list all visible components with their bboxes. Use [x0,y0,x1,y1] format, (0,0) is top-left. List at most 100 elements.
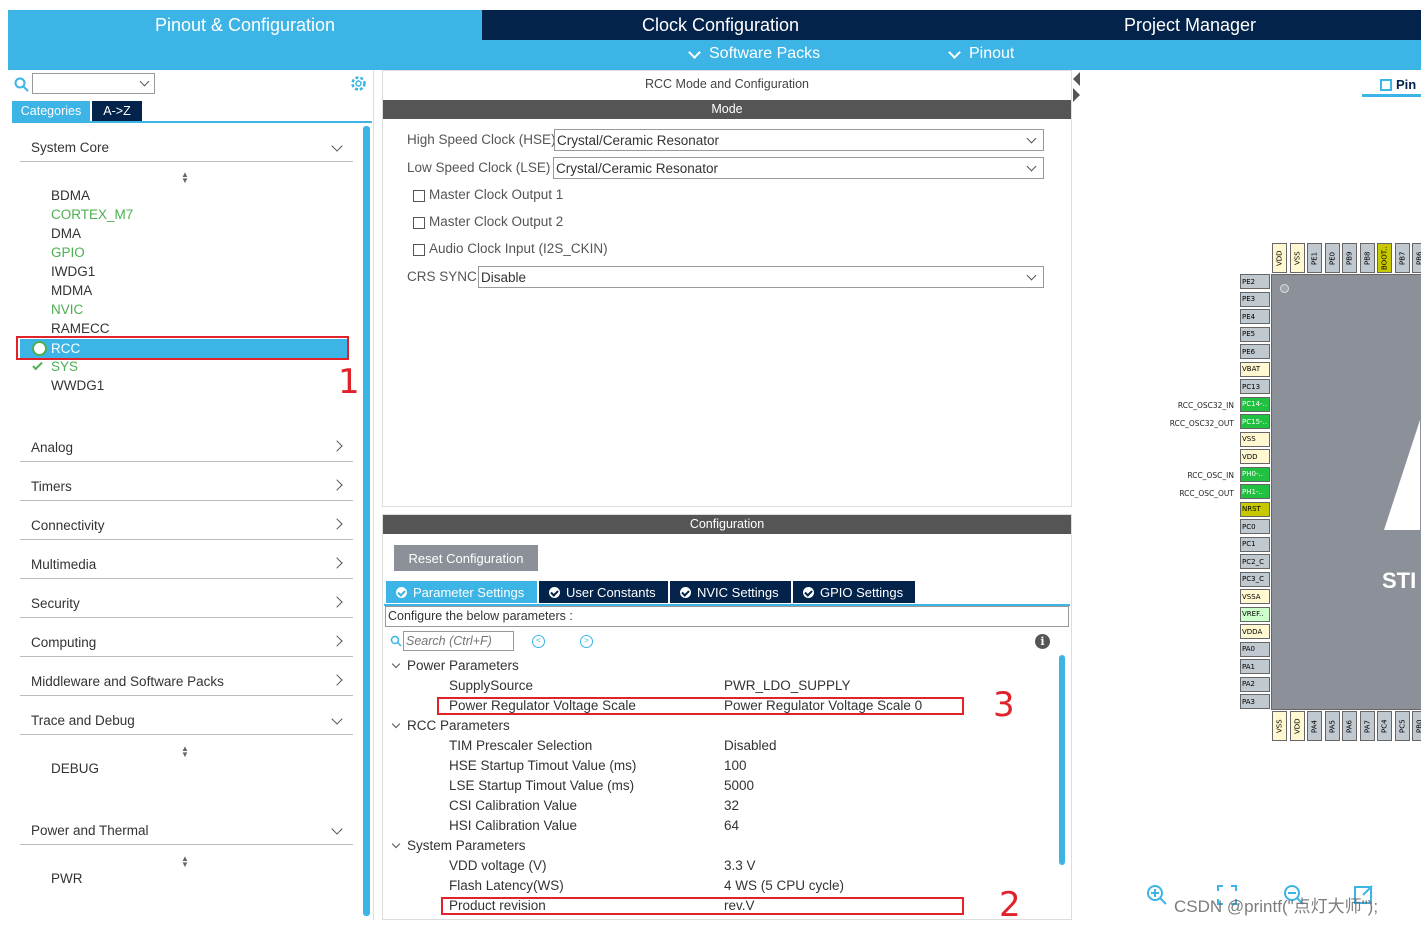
search-dropdown[interactable] [32,73,155,94]
pin-pa3[interactable]: PA3 [1240,694,1270,709]
pin-vss[interactable]: VSS [1289,243,1305,273]
mco1-checkbox[interactable] [413,190,425,202]
pin-vref[interactable]: VREF.. [1240,606,1270,622]
pin-pe4[interactable]: PE4 [1240,309,1270,324]
pin-pc13[interactable]: PC13 [1240,379,1270,394]
param-group-rcc[interactable]: RCC Parameters [407,718,510,733]
pin-pb6[interactable]: PB6 [1412,243,1421,273]
category-analog[interactable]: Analog [20,434,353,462]
sort-icon[interactable]: ▲ ▼ [181,745,189,759]
pin-pe2[interactable]: PE2 [1240,274,1270,289]
param-group-system[interactable]: System Parameters [407,838,526,853]
crs-sync-select[interactable]: Disable [478,266,1044,288]
previous-match-icon[interactable]: < [532,635,545,648]
list-item-bdma[interactable]: BDMA [51,188,90,203]
tab-project-manager[interactable]: Project Manager [959,10,1421,40]
sort-icon[interactable]: ▲ ▼ [181,855,189,869]
category-connectivity[interactable]: Connectivity [20,512,353,540]
pin-pa5[interactable]: PA5 [1324,711,1340,741]
tab-pinout-view[interactable]: Pin [1362,75,1421,97]
param-value[interactable]: PWR_LDO_SUPPLY [724,678,851,693]
pin-pc4[interactable]: PC4 [1377,711,1392,741]
pin-ph0[interactable]: PH0-.. [1240,466,1270,482]
pin-vss[interactable]: VSS [1240,431,1270,447]
pin-vdd[interactable]: VDD [1272,243,1287,273]
pin-vdd[interactable]: VDD [1240,449,1270,464]
pin-pc0[interactable]: PC0 [1240,519,1270,534]
pin-pc1[interactable]: PC1 [1240,536,1270,552]
list-item-nvic[interactable]: NVIC [51,302,83,317]
param-value[interactable]: 4 WS (5 CPU cycle) [724,878,844,893]
zoom-in-icon[interactable] [1146,884,1168,906]
tab-pinout-configuration[interactable]: Pinout & Configuration [8,10,482,40]
pin-vdd[interactable]: VDD [1289,711,1305,741]
category-middleware[interactable]: Middleware and Software Packs [20,668,353,696]
pin-pa4[interactable]: PA4 [1307,711,1322,741]
category-multimedia[interactable]: Multimedia [20,551,353,579]
pin-pe3[interactable]: PE3 [1240,291,1270,307]
lse-select[interactable]: Crystal/Ceramic Resonator [553,157,1044,179]
pin-vss[interactable]: VSS [1272,711,1287,741]
sort-icon[interactable]: ▲ ▼ [181,171,189,185]
mco2-checkbox[interactable] [413,217,425,229]
hse-select[interactable]: Crystal/Ceramic Resonator [554,129,1044,151]
tab-nvic-settings[interactable]: NVIC Settings [670,581,791,603]
next-match-icon[interactable]: > [580,635,593,648]
search-icon[interactable] [14,77,30,93]
search-input[interactable] [403,631,514,651]
param-value[interactable]: 64 [724,818,739,833]
category-power-thermal[interactable]: Power and Thermal [20,817,353,845]
expand-arrow-icon[interactable] [1073,88,1080,102]
category-trace-debug[interactable]: Trace and Debug [20,707,353,735]
pin-pc3c[interactable]: PC3_C [1240,571,1270,587]
pin-vdda[interactable]: VDDA [1240,624,1270,639]
scrollbar[interactable] [363,126,370,916]
list-item-mdma[interactable]: MDMA [51,283,92,298]
chevron-down-icon[interactable] [391,719,401,729]
pin-pb7[interactable]: PB7 [1394,243,1410,273]
pin-vssa[interactable]: VSSA [1240,589,1270,604]
list-item-wwdg1[interactable]: WWDG1 [51,378,104,393]
pin-pa6[interactable]: PA6 [1342,711,1357,741]
list-item-cortex-m7[interactable]: CORTEX_M7 [51,207,133,222]
tab-a-to-z[interactable]: A->Z [92,101,142,121]
audio-clock-checkbox[interactable] [413,244,425,256]
category-security[interactable]: Security [20,590,353,618]
pin-pa1[interactable]: PA1 [1240,659,1270,674]
tab-clock-configuration[interactable]: Clock Configuration [484,10,957,40]
pin-pe1[interactable]: PE1 [1307,243,1322,273]
chevron-down-icon[interactable] [391,839,401,849]
software-packs-menu[interactable]: Software Packs [688,45,820,63]
list-item-pwr[interactable]: PWR [51,871,83,886]
pin-pc14[interactable]: PC14-.. [1240,396,1270,412]
list-item-gpio[interactable]: GPIO [51,245,85,260]
collapse-arrow-icon[interactable] [1073,72,1080,86]
list-item-iwdg1[interactable]: IWDG1 [51,264,95,279]
category-timers[interactable]: Timers [20,473,353,501]
pin-nrst[interactable]: NRST [1240,501,1270,517]
pin-pc15[interactable]: PC15-.. [1240,414,1270,429]
list-item-ramecc[interactable]: RAMECC [51,321,110,336]
pinout-menu[interactable]: Pinout [948,45,1014,63]
pin-pc2c[interactable]: PC2_C [1240,554,1270,569]
pin-boot[interactable]: BOOT.. [1377,243,1392,273]
pin-pa0[interactable]: PA0 [1240,641,1270,657]
pin-pc5[interactable]: PC5 [1394,711,1410,741]
scrollbar[interactable] [1059,655,1065,865]
param-value[interactable]: 100 [724,758,747,773]
pin-pa2[interactable]: PA2 [1240,676,1270,692]
tab-gpio-settings[interactable]: GPIO Settings [793,581,915,603]
info-icon[interactable]: i [1035,634,1050,649]
pin-pb8[interactable]: PB8 [1359,243,1375,273]
list-item-dma[interactable]: DMA [51,226,81,241]
reset-configuration-button[interactable]: Reset Configuration [394,545,538,571]
category-system-core[interactable]: System Core [20,134,353,162]
pin-ph1[interactable]: PH1-.. [1240,484,1270,499]
tab-categories[interactable]: Categories [12,101,90,121]
pin-pe5[interactable]: PE5 [1240,326,1270,342]
pin-pb0[interactable]: PB0 [1412,711,1421,741]
tab-user-constants[interactable]: User Constants [539,581,668,603]
param-value[interactable]: 32 [724,798,739,813]
tab-parameter-settings[interactable]: Parameter Settings [386,581,537,603]
pin-pa7[interactable]: PA7 [1359,711,1375,741]
